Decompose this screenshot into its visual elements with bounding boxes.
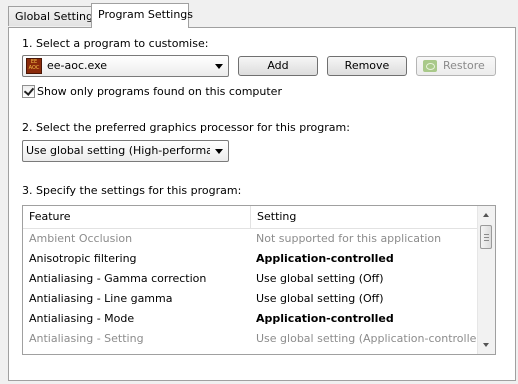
arrow-down-icon [483, 343, 489, 347]
program-select[interactable]: EE AOC ee-aoc.exe [22, 55, 229, 77]
table-row[interactable]: Antialiasing - Mode Application-controlle… [23, 309, 479, 329]
arrow-up-icon [483, 213, 489, 217]
tab-program-settings[interactable]: Program Settings [91, 3, 193, 28]
table-body: Ambient Occlusion Not supported for this … [23, 229, 479, 354]
scrollbar-thumb[interactable] [480, 225, 492, 249]
grip-line [484, 237, 489, 238]
chevron-down-icon [215, 149, 223, 154]
feature-cell: Ambient Occlusion [29, 232, 133, 245]
ee-aoc-program-icon: EE AOC [26, 58, 42, 74]
feature-cell: Antialiasing - Setting [29, 332, 144, 345]
feature-cell: Antialiasing - Gamma correction [29, 272, 207, 285]
remove-button[interactable]: Remove [327, 56, 407, 76]
feature-cell: Anisotropic filtering [29, 252, 137, 265]
setting-cell[interactable]: Use global setting (Application-controll… [256, 329, 478, 349]
setting-cell[interactable]: Application-controlled [256, 249, 478, 269]
setting-cell[interactable]: Use global setting (Off) [256, 269, 478, 289]
setting-cell[interactable]: Application-controlled [256, 309, 478, 329]
table-row[interactable]: Antialiasing - Transparency Use global se… [23, 349, 479, 354]
tab-global-settings[interactable]: Global Settings [8, 6, 99, 26]
show-only-checkbox[interactable] [22, 85, 35, 98]
chevron-down-icon [215, 64, 223, 69]
feature-cell: Antialiasing - Line gamma [29, 292, 173, 305]
step3-label: 3. Specify the settings for this program… [22, 184, 242, 197]
table-header: Feature Setting [23, 206, 479, 229]
column-header-feature[interactable]: Feature [23, 206, 251, 228]
checkmark-icon [23, 85, 35, 96]
table-row[interactable]: Antialiasing - Setting Use global setting… [23, 329, 479, 349]
vertical-scrollbar[interactable] [477, 206, 495, 354]
step1-label: 1. Select a program to customise: [22, 37, 209, 50]
add-button[interactable]: Add [238, 56, 318, 76]
feature-cell: Antialiasing - Transparency [29, 349, 249, 354]
setting-cell[interactable]: Use global setting (Off) [256, 289, 478, 309]
table-row[interactable]: Ambient Occlusion Not supported for this … [23, 229, 479, 249]
program-settings-table: Feature Setting Ambient Occlusion Not sup… [22, 205, 496, 355]
show-only-label[interactable]: Show only programs found on this compute… [37, 85, 282, 98]
program-select-value: ee-aoc.exe [47, 59, 108, 72]
setting-cell[interactable]: Not supported for this application [256, 229, 478, 249]
table-row[interactable]: Anisotropic filtering Application-control… [23, 249, 479, 269]
scroll-down-button[interactable] [478, 337, 495, 354]
column-header-setting[interactable]: Setting [251, 206, 479, 228]
grip-line [484, 234, 489, 235]
table-row[interactable]: Antialiasing - Gamma correction Use globa… [23, 269, 479, 289]
grip-line [484, 240, 489, 241]
nvidia-icon [423, 60, 437, 72]
program-settings-window: Global Settings Program Settings 1. Sele… [0, 0, 518, 384]
feature-cell: Antialiasing - Mode [29, 312, 135, 325]
scroll-up-button[interactable] [478, 206, 495, 223]
restore-label: Restore [443, 59, 485, 72]
restore-button[interactable]: Restore [416, 56, 496, 76]
step2-label: 2. Select the preferred graphics process… [22, 121, 350, 134]
graphics-processor-value: Use global setting (High-performance NVI… [26, 144, 210, 157]
table-row[interactable]: Antialiasing - Line gamma Use global sett… [23, 289, 479, 309]
graphics-processor-select[interactable]: Use global setting (High-performance NVI… [22, 140, 229, 162]
setting-cell[interactable]: Use global setting (Off) [256, 349, 478, 354]
